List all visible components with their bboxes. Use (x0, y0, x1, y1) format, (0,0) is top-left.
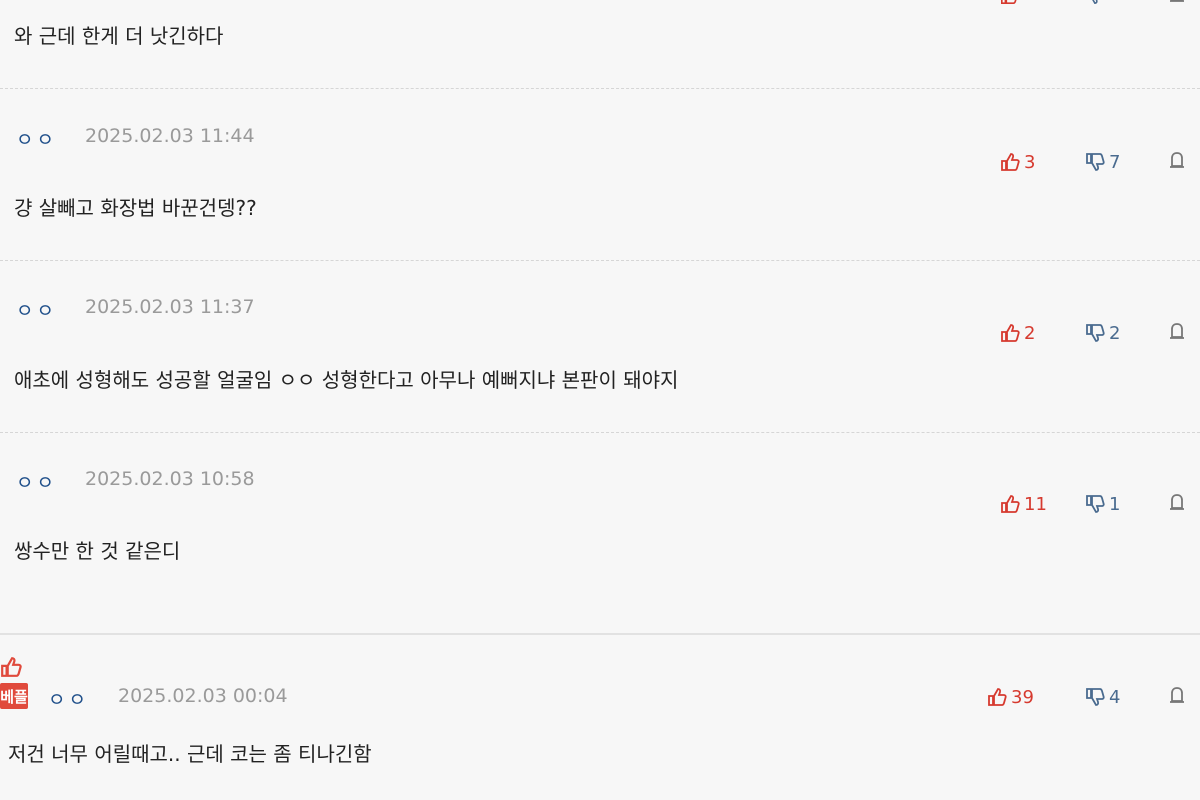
like-button[interactable]: 39 (987, 683, 1034, 711)
like-button[interactable]: 3 (1000, 148, 1035, 176)
report-icon (1170, 0, 1184, 2)
like-button[interactable]: 2 (1000, 319, 1035, 347)
dislike-button[interactable]: 2 (1085, 319, 1120, 347)
report-button[interactable] (1167, 321, 1189, 345)
comment-text: 저건 너무 어릴때고.. 근데 코는 좀 티나긴함 (8, 742, 372, 766)
thumbs-down-icon (1086, 688, 1105, 706)
like-button[interactable] (1000, 0, 1018, 10)
dislike-button[interactable] (1085, 0, 1103, 10)
comment-date: 2025.02.03 11:37 (85, 296, 255, 318)
report-icon (1170, 494, 1184, 510)
report-button[interactable] (1167, 492, 1189, 516)
comment-actions: 39 4 (988, 683, 1195, 711)
best-comment-badge: 베플 (0, 655, 30, 713)
comment-author[interactable]: ㅇㅇ (16, 468, 57, 495)
comment-author[interactable]: ㅇㅇ (16, 296, 57, 323)
comment-date: 2025.02.03 11:44 (85, 125, 255, 147)
best-divider (0, 633, 1200, 635)
comment-actions (995, 0, 1195, 10)
thumbs-up-icon (1000, 0, 1017, 5)
comment-list: 와 근데 한게 더 낫긴하다 ㅇㅇ 2025.02.03 11:44 3 7 걍… (0, 0, 1200, 800)
thumbs-down-icon (1086, 495, 1105, 513)
like-count: 11 (1024, 493, 1047, 515)
comment-text: 쌍수만 한 것 같은디 (14, 539, 181, 563)
dislike-count: 4 (1109, 686, 1121, 708)
divider (0, 88, 1200, 89)
comment-text: 걍 살빼고 화장법 바꾼건뎅?? (14, 196, 257, 220)
comment-text: 애초에 성형해도 성공할 얼굴임 ㅇㅇ 성형한다고 아무나 예뻐지냐 본판이 돼… (14, 368, 679, 392)
thumbs-down-icon (1092, 0, 1098, 5)
report-icon (1170, 687, 1184, 703)
thumbs-up-icon (1, 657, 22, 677)
comment-text: 와 근데 한게 더 낫긴하다 (14, 24, 224, 48)
dislike-count: 1 (1109, 493, 1121, 515)
dislike-button[interactable]: 1 (1085, 490, 1120, 518)
thumbs-down-icon (1086, 324, 1105, 342)
divider (0, 260, 1200, 261)
report-button[interactable] (1167, 685, 1189, 709)
comment-date: 2025.02.03 00:04 (118, 685, 288, 707)
dislike-button[interactable]: 4 (1085, 683, 1120, 711)
like-count: 2 (1024, 322, 1036, 344)
comment-actions: 2 2 (995, 319, 1195, 347)
report-icon (1170, 152, 1184, 168)
report-icon (1170, 323, 1184, 339)
comment-actions: 3 7 (995, 148, 1195, 176)
comment-actions: 11 1 (995, 490, 1195, 518)
comment-date: 2025.02.03 10:58 (85, 468, 255, 490)
dislike-button[interactable]: 7 (1085, 148, 1120, 176)
best-badge-label: 베플 (0, 683, 28, 709)
thumbs-down-icon (1086, 153, 1105, 171)
thumbs-up-icon (1001, 495, 1020, 513)
divider (0, 432, 1200, 433)
dislike-count: 2 (1109, 322, 1121, 344)
comment-author[interactable]: ㅇㅇ (16, 125, 57, 152)
thumbs-up-icon (988, 688, 1007, 706)
dislike-count: 7 (1109, 151, 1121, 173)
comment-author[interactable]: ㅇㅇ (48, 685, 89, 712)
report-button[interactable] (1167, 0, 1189, 8)
thumbs-up-icon (1001, 153, 1020, 171)
like-count: 3 (1024, 151, 1036, 173)
report-button[interactable] (1167, 150, 1189, 174)
thumbs-up-icon (1001, 324, 1020, 342)
like-button[interactable]: 11 (1000, 490, 1047, 518)
like-count: 39 (1011, 686, 1034, 708)
